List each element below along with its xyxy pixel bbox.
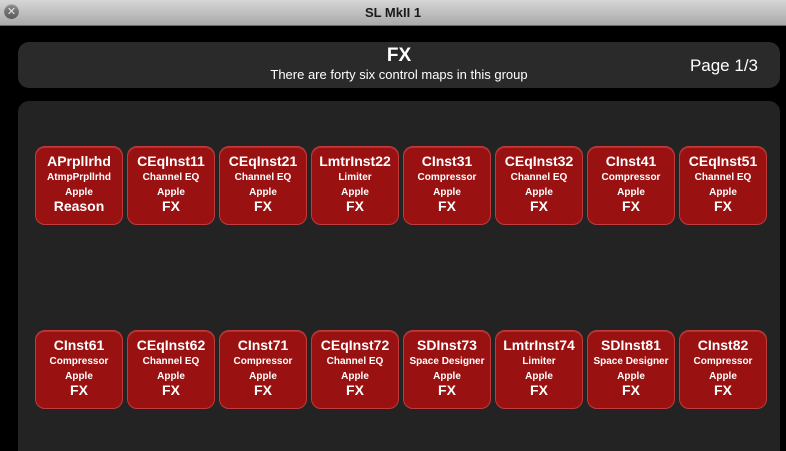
control-map-button[interactable]: SDInst81 Space Designer Apple FX: [587, 330, 675, 409]
control-map-group: FX: [162, 198, 180, 214]
control-map-name: APrpllrhd: [47, 153, 111, 169]
control-map-button[interactable]: CEqInst62 Channel EQ Apple FX: [127, 330, 215, 409]
control-map-button[interactable]: LmtrInst22 Limiter Apple FX: [311, 146, 399, 225]
group-subtitle: There are forty six control maps in this…: [270, 67, 528, 82]
title-bar[interactable]: ✕ SL MkII 1: [0, 0, 786, 26]
control-map-maker: Apple: [341, 187, 369, 198]
control-map-group: FX: [346, 198, 364, 214]
control-map-maker: Apple: [157, 187, 185, 198]
window-title: SL MkII 1: [364, 5, 422, 20]
control-map-button[interactable]: LmtrInst74 Limiter Apple FX: [495, 330, 583, 409]
control-map-group: FX: [70, 382, 88, 398]
control-map-plugin: Space Designer: [409, 356, 485, 367]
control-map-group: FX: [254, 198, 272, 214]
control-map-group: FX: [438, 198, 456, 214]
control-map-button[interactable]: SDInst73 Space Designer Apple FX: [403, 330, 491, 409]
control-map-maker: Apple: [617, 187, 645, 198]
control-map-name: LmtrInst22: [319, 153, 391, 169]
control-map-button[interactable]: CEqInst21 Channel EQ Apple FX: [219, 146, 307, 225]
control-map-plugin: Space Designer: [593, 356, 669, 367]
control-map-name: CInst71: [237, 337, 289, 353]
control-map-maker: Apple: [65, 371, 93, 382]
control-map-plugin: Channel EQ: [234, 172, 292, 183]
control-map-button[interactable]: APrpllrhd AtmpPrpllrhd Apple Reason: [35, 146, 123, 225]
main-window: ✕ SL MkII 1 FX There are forty six contr…: [0, 0, 786, 451]
group-title: FX: [386, 45, 412, 66]
control-map-name: CInst82: [697, 337, 749, 353]
control-map-maker: Apple: [617, 371, 645, 382]
control-map-group: FX: [530, 198, 548, 214]
group-header: FX There are forty six control maps in t…: [18, 42, 780, 88]
control-map-group: Reason: [53, 198, 105, 214]
control-map-plugin: Limiter: [522, 356, 556, 367]
control-map-button[interactable]: CEqInst72 Channel EQ Apple FX: [311, 330, 399, 409]
control-map-maker: Apple: [65, 187, 93, 198]
control-map-plugin: Compressor: [601, 172, 661, 183]
control-map-button[interactable]: CInst71 Compressor Apple FX: [219, 330, 307, 409]
control-map-group: FX: [714, 382, 732, 398]
control-map-button[interactable]: CInst61 Compressor Apple FX: [35, 330, 123, 409]
control-map-maker: Apple: [709, 187, 737, 198]
control-map-maker: Apple: [341, 371, 369, 382]
control-map-name: CInst31: [421, 153, 473, 169]
control-map-name: CEqInst72: [320, 337, 390, 353]
control-map-button[interactable]: CEqInst51 Channel EQ Apple FX: [679, 146, 767, 225]
control-map-maker: Apple: [525, 187, 553, 198]
control-map-plugin: AtmpPrpllrhd: [47, 172, 111, 183]
control-map-name: CEqInst62: [136, 337, 206, 353]
control-map-plugin: Channel EQ: [142, 172, 200, 183]
control-map-group: FX: [438, 382, 456, 398]
control-map-name: LmtrInst74: [503, 337, 575, 353]
control-map-name: CInst61: [53, 337, 105, 353]
control-map-group: FX: [714, 198, 732, 214]
control-map-maker: Apple: [525, 371, 553, 382]
control-map-name: CEqInst11: [137, 153, 205, 169]
control-map-name: CEqInst32: [504, 153, 574, 169]
control-map-maker: Apple: [709, 371, 737, 382]
control-map-maker: Apple: [249, 371, 277, 382]
control-map-maker: Apple: [433, 371, 461, 382]
control-map-plugin: Compressor: [693, 356, 753, 367]
control-map-button[interactable]: CEqInst11 Channel EQ Apple FX: [127, 146, 215, 225]
control-map-name: SDInst81: [601, 337, 661, 353]
control-map-plugin: Compressor: [49, 356, 109, 367]
control-map-group: FX: [346, 382, 364, 398]
control-map-plugin: Compressor: [417, 172, 477, 183]
page-indicator: Page 1/3: [689, 56, 758, 75]
control-map-name: SDInst73: [417, 337, 477, 353]
control-map-group: FX: [622, 382, 640, 398]
control-map-name: CInst41: [605, 153, 657, 169]
control-map-maker: Apple: [157, 371, 185, 382]
control-map-group: FX: [622, 198, 640, 214]
control-map-plugin: Limiter: [338, 172, 372, 183]
control-map-plugin: Channel EQ: [142, 356, 200, 367]
control-map-group: FX: [530, 382, 548, 398]
control-map-name: CEqInst21: [228, 153, 298, 169]
control-map-plugin: Channel EQ: [326, 356, 384, 367]
control-map-button[interactable]: CEqInst32 Channel EQ Apple FX: [495, 146, 583, 225]
control-map-plugin: Channel EQ: [694, 172, 752, 183]
control-map-group: FX: [254, 382, 272, 398]
control-map-button[interactable]: CInst82 Compressor Apple FX: [679, 330, 767, 409]
control-map-maker: Apple: [249, 187, 277, 198]
control-map-grid: APrpllrhd AtmpPrpllrhd Apple Reason CEqInst1…: [18, 101, 780, 451]
control-map-plugin: Compressor: [233, 356, 293, 367]
control-map-maker: Apple: [433, 187, 461, 198]
control-map-plugin: Channel EQ: [510, 172, 568, 183]
control-map-name: CEqInst51: [688, 153, 758, 169]
control-map-button[interactable]: CInst41 Compressor Apple FX: [587, 146, 675, 225]
control-map-button[interactable]: CInst31 Compressor Apple FX: [403, 146, 491, 225]
control-map-group: FX: [162, 382, 180, 398]
